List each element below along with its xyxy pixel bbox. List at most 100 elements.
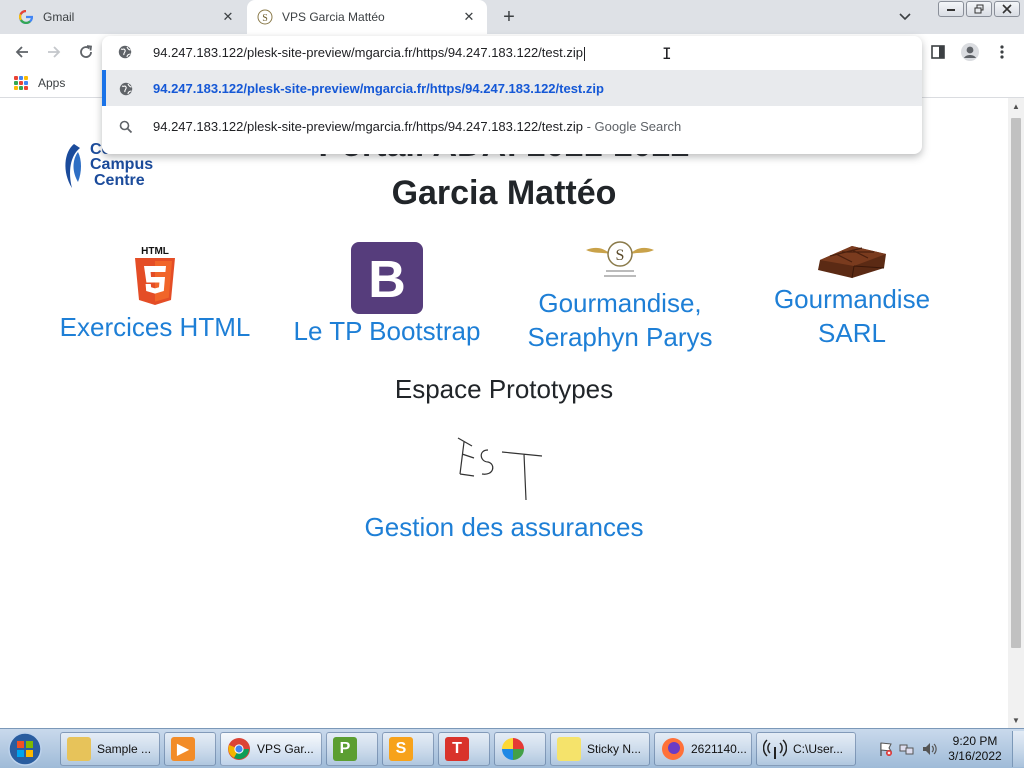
page-title-line-2: Garcia Mattéo <box>391 174 617 212</box>
restore-button[interactable] <box>966 1 992 17</box>
svg-text:HTML: HTML <box>141 246 169 257</box>
svg-text:S: S <box>262 13 268 24</box>
taskbar-item-chrome[interactable]: VPS Gar... <box>220 732 322 766</box>
omnibox-dropdown: 94.247.183.122/plesk-site-preview/mgarci… <box>102 36 922 154</box>
taskbar-item-sway[interactable]: S <box>382 732 434 766</box>
profile-avatar-icon[interactable] <box>960 42 980 62</box>
side-panel-icon[interactable] <box>928 42 948 62</box>
scroll-up-arrow-icon[interactable]: ▲ <box>1008 98 1024 114</box>
globe-icon <box>118 81 134 97</box>
card-gourmandise-sarl[interactable]: Gourmandise SARL <box>752 242 952 350</box>
card-title-line-1: Gourmandise, <box>538 288 702 318</box>
card-exercices-html[interactable]: HTML Exercices HTML <box>50 244 260 344</box>
card-title-line-2: SARL <box>818 318 886 348</box>
start-button[interactable] <box>4 731 46 767</box>
volume-icon[interactable] <box>918 741 940 757</box>
taskbar-item-label: Sticky N... <box>587 742 642 756</box>
close-tab-icon[interactable]: ✕ <box>220 9 236 25</box>
card-gourmandise-seraphyn[interactable]: S Gourmandise, Seraphyn Parys <box>510 238 730 354</box>
publisher-icon: P <box>333 737 357 761</box>
svg-text:S: S <box>616 247 625 264</box>
page-scrollbar[interactable]: ▲ ▼ <box>1008 98 1024 728</box>
omnibox-suggestion-search[interactable]: 94.247.183.122/plesk-site-preview/mgarci… <box>102 108 922 144</box>
taskbar-item-tasks[interactable]: T <box>438 732 490 766</box>
system-tray: 9:20 PM 3/16/2022 <box>876 731 1024 767</box>
taskbar-item-sample[interactable]: Sample ... <box>60 732 160 766</box>
firefox-icon <box>661 737 685 761</box>
taskbar-item-label: C:\User... <box>793 742 844 756</box>
card-tp-bootstrap[interactable]: B Le TP Bootstrap <box>282 242 492 348</box>
page-content: Cci Campus Centre Portail ADA: 2021-2022… <box>0 98 1008 728</box>
clock-date: 3/16/2022 <box>948 749 1002 763</box>
taskbar-item-label: Sample ... <box>97 742 152 756</box>
scroll-thumb[interactable] <box>1011 118 1021 648</box>
window-controls <box>938 1 1020 17</box>
google-icon <box>18 9 34 25</box>
network-icon <box>763 737 787 761</box>
suggestion-text: 94.247.183.122/plesk-site-preview/mgarci… <box>153 81 604 96</box>
gestion-assurances-link[interactable]: Gestion des assurances <box>0 512 1008 543</box>
forward-button[interactable] <box>42 40 66 64</box>
chocolate-icon <box>818 246 886 279</box>
taskbar-item-media-player[interactable]: ▶ <box>164 732 216 766</box>
card-title: Exercices HTML <box>59 312 251 342</box>
new-tab-button[interactable]: + <box>498 6 520 28</box>
taskbar-item-publisher[interactable]: P <box>326 732 378 766</box>
minimize-button[interactable] <box>938 1 964 17</box>
taskbar-item-firefox[interactable]: 2621140... <box>654 732 752 766</box>
prototypes-heading: Espace Prototypes <box>394 374 614 404</box>
network-tray-icon[interactable] <box>896 741 918 757</box>
back-button[interactable] <box>10 40 34 64</box>
tab-vps-garcia[interactable]: S VPS Garcia Mattéo ✕ <box>247 0 487 34</box>
taskbar-item-cmd[interactable]: C:\User... <box>756 732 856 766</box>
site-favicon-icon: S <box>257 9 273 25</box>
sway-icon: S <box>389 737 413 761</box>
tab-strip: Gmail ✕ S VPS Garcia Mattéo ✕ + <box>0 0 1024 34</box>
taskbar-item-label: 2621140... <box>691 742 747 756</box>
menu-kebab-icon[interactable] <box>992 42 1012 62</box>
tab-title: VPS Garcia Mattéo <box>282 10 385 24</box>
suggestion-hint: - Google Search <box>582 119 682 134</box>
media-player-icon: ▶ <box>171 737 195 761</box>
test-sketch-icon <box>457 437 543 501</box>
apps-label: Apps <box>38 76 66 90</box>
globe-icon <box>118 45 132 64</box>
close-tab-icon[interactable]: ✕ <box>461 9 477 25</box>
close-window-button[interactable] <box>994 1 1020 17</box>
card-title: Le TP Bootstrap <box>293 316 481 346</box>
clock-time: 9:20 PM <box>952 734 998 748</box>
card-title-line-2: Seraphyn Parys <box>527 322 713 352</box>
taskbar-item-sticky-notes[interactable]: Sticky N... <box>550 732 650 766</box>
text-cursor-icon: I <box>662 44 672 63</box>
svg-text:B: B <box>368 251 406 309</box>
address-input[interactable]: 94.247.183.122/plesk-site-preview/mgarci… <box>153 45 585 61</box>
windows-taskbar: Sample ... ▶ VPS Gar... P S T Sticky N..… <box>0 728 1024 768</box>
action-center-flag-icon[interactable] <box>876 741 896 757</box>
scroll-down-arrow-icon[interactable]: ▼ <box>1008 712 1024 728</box>
apps-grid-icon <box>14 76 28 90</box>
sticky-notes-icon <box>557 737 581 761</box>
html5-logo-icon: HTML <box>135 246 175 305</box>
chrome-icon <box>227 737 251 761</box>
clock[interactable]: 9:20 PM 3/16/2022 <box>940 734 1010 764</box>
tab-search-chevron-icon[interactable] <box>896 8 914 26</box>
search-icon <box>118 119 134 135</box>
folder-icon <box>67 737 91 761</box>
apps-bookmark[interactable]: Apps <box>14 76 65 90</box>
test-sketch-image[interactable] <box>450 428 550 508</box>
suggestion-text: 94.247.183.122/plesk-site-preview/mgarci… <box>153 119 682 134</box>
address-bar[interactable]: 94.247.183.122/plesk-site-preview/mgarci… <box>102 36 922 70</box>
gourmandise-logo-icon: S <box>586 241 654 277</box>
card-title-line-1: Gourmandise <box>773 284 931 314</box>
pinwheel-icon <box>501 737 525 761</box>
bootstrap-logo-icon: B <box>351 242 423 314</box>
tab-title: Gmail <box>43 10 75 24</box>
windows-orb-icon <box>8 732 42 766</box>
tab-gmail[interactable]: Gmail ✕ <box>8 0 246 34</box>
tasks-icon: T <box>445 737 469 761</box>
show-desktop-button[interactable] <box>1012 731 1024 767</box>
taskbar-item-pinwheel[interactable] <box>494 732 546 766</box>
reload-button[interactable] <box>74 40 98 64</box>
taskbar-item-label: VPS Gar... <box>257 742 314 756</box>
omnibox-suggestion-url[interactable]: 94.247.183.122/plesk-site-preview/mgarci… <box>102 70 922 106</box>
